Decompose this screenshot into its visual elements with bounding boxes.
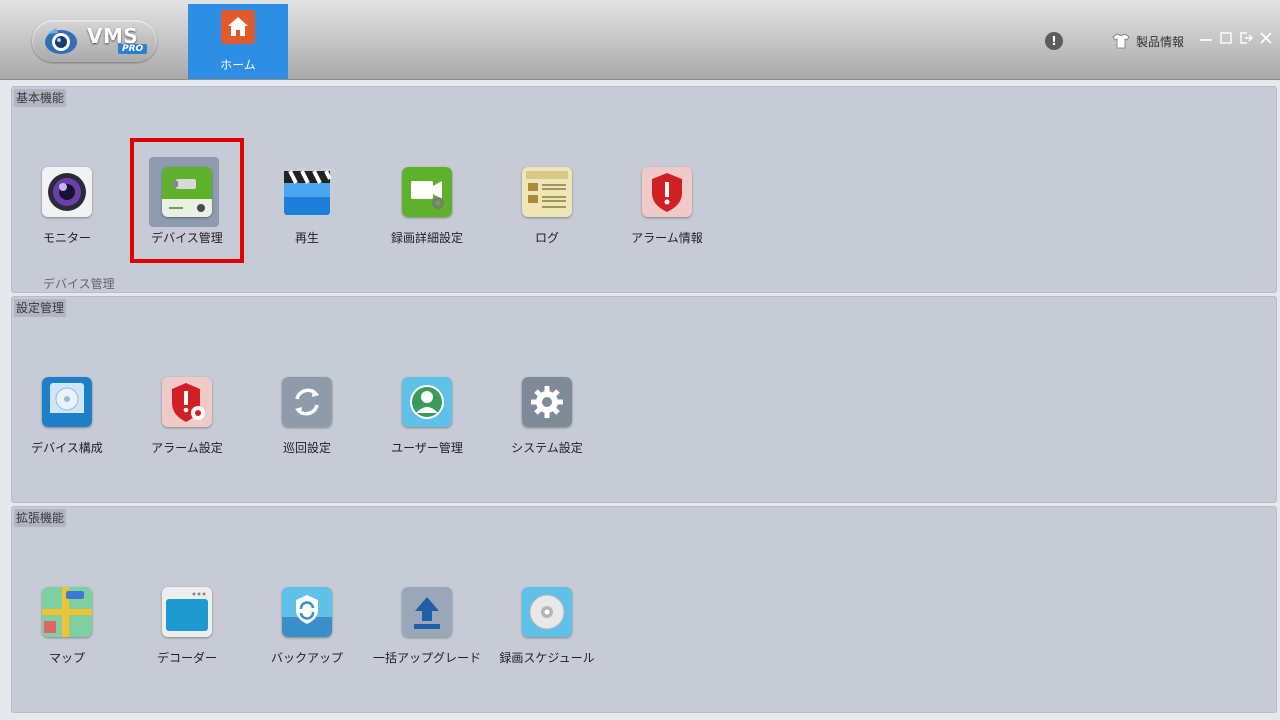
section-title: 基本機能 — [14, 89, 67, 107]
exclamation-icon[interactable]: ! — [1045, 32, 1063, 50]
menu-item-playback[interactable]: 再生 — [252, 167, 362, 257]
clapperboard-icon — [284, 170, 332, 215]
section-title: 設定管理 — [14, 299, 67, 317]
logo-badge: PRO — [118, 44, 148, 54]
menu-item-log[interactable]: ログ — [492, 167, 602, 257]
menu-item-user-management[interactable]: ユーザー管理 — [372, 377, 482, 467]
extended-functions-panel: 拡張機能 マップ デコーダー バックアップ 一括アップグレード 録画スケジュール — [11, 506, 1277, 713]
logout-icon[interactable] — [1238, 30, 1254, 46]
maximize-icon[interactable] — [1218, 30, 1234, 46]
menu-item-bulk-upgrade[interactable]: 一括アップグレード — [372, 587, 482, 677]
menu-item-label: アラーム情報 — [631, 231, 703, 245]
home-tab-label: ホーム — [220, 58, 256, 72]
section-title: 拡張機能 — [14, 509, 67, 527]
backup-icon — [282, 587, 332, 637]
settings-panel: 設定管理 デバイス構成 アラーム設定 巡回設定 ユーザー管理 システム設定 — [11, 296, 1277, 503]
product-info-button[interactable]: 製品情報 — [1112, 32, 1184, 50]
home-icon — [221, 10, 255, 44]
menu-item-backup[interactable]: バックアップ — [252, 587, 362, 677]
hard-disk-icon — [42, 377, 92, 427]
disc-icon — [522, 587, 572, 637]
hover-hint: デバイス管理 — [43, 277, 115, 291]
menu-item-alarm-settings[interactable]: アラーム設定 — [132, 377, 242, 467]
menu-item-record-schedule[interactable]: 録画スケジュール — [492, 587, 602, 677]
camera-lens-icon — [42, 167, 92, 217]
minimize-icon[interactable] — [1198, 30, 1214, 46]
user-icon — [402, 377, 452, 427]
shirt-icon — [1112, 33, 1130, 49]
record-settings-icon — [402, 167, 452, 217]
log-icon — [522, 167, 572, 217]
menu-item-label: 録画スケジュール — [499, 651, 595, 665]
map-icon — [42, 587, 92, 637]
alarm-shield-icon — [642, 167, 692, 217]
menu-item-monitor[interactable]: モニター — [12, 167, 122, 257]
upgrade-icon — [402, 587, 452, 637]
menu-item-map[interactable]: マップ — [12, 587, 122, 677]
product-info-label: 製品情報 — [1136, 34, 1185, 49]
patrol-sync-icon — [282, 377, 332, 427]
menu-item-patrol-settings[interactable]: 巡回設定 — [252, 377, 362, 467]
alarm-gear-icon — [162, 377, 212, 427]
app-logo: VMS PRO — [32, 20, 157, 62]
menu-item-record-settings[interactable]: 録画詳細設定 — [372, 167, 482, 257]
system-gear-icon — [522, 377, 572, 427]
menu-item-alarm-info[interactable]: アラーム情報 — [612, 167, 722, 257]
home-tab[interactable]: ホーム — [188, 4, 288, 79]
selection-highlight-frame — [130, 138, 244, 263]
top-bar: VMS PRO ホーム ! 製品情報 — [0, 0, 1280, 80]
eye-camera-icon — [45, 28, 77, 54]
close-icon[interactable] — [1258, 30, 1274, 46]
decoder-icon — [162, 587, 212, 637]
basic-functions-panel: 基本機能 モニター デバイス管理 再生 録画詳細設定 ログ アラーム情報 デバイ… — [11, 86, 1277, 293]
menu-item-system-settings[interactable]: システム設定 — [492, 377, 602, 467]
menu-item-device-config[interactable]: デバイス構成 — [12, 377, 122, 467]
menu-item-label: システム設定 — [511, 441, 583, 455]
menu-item-decoder[interactable]: デコーダー — [132, 587, 242, 677]
